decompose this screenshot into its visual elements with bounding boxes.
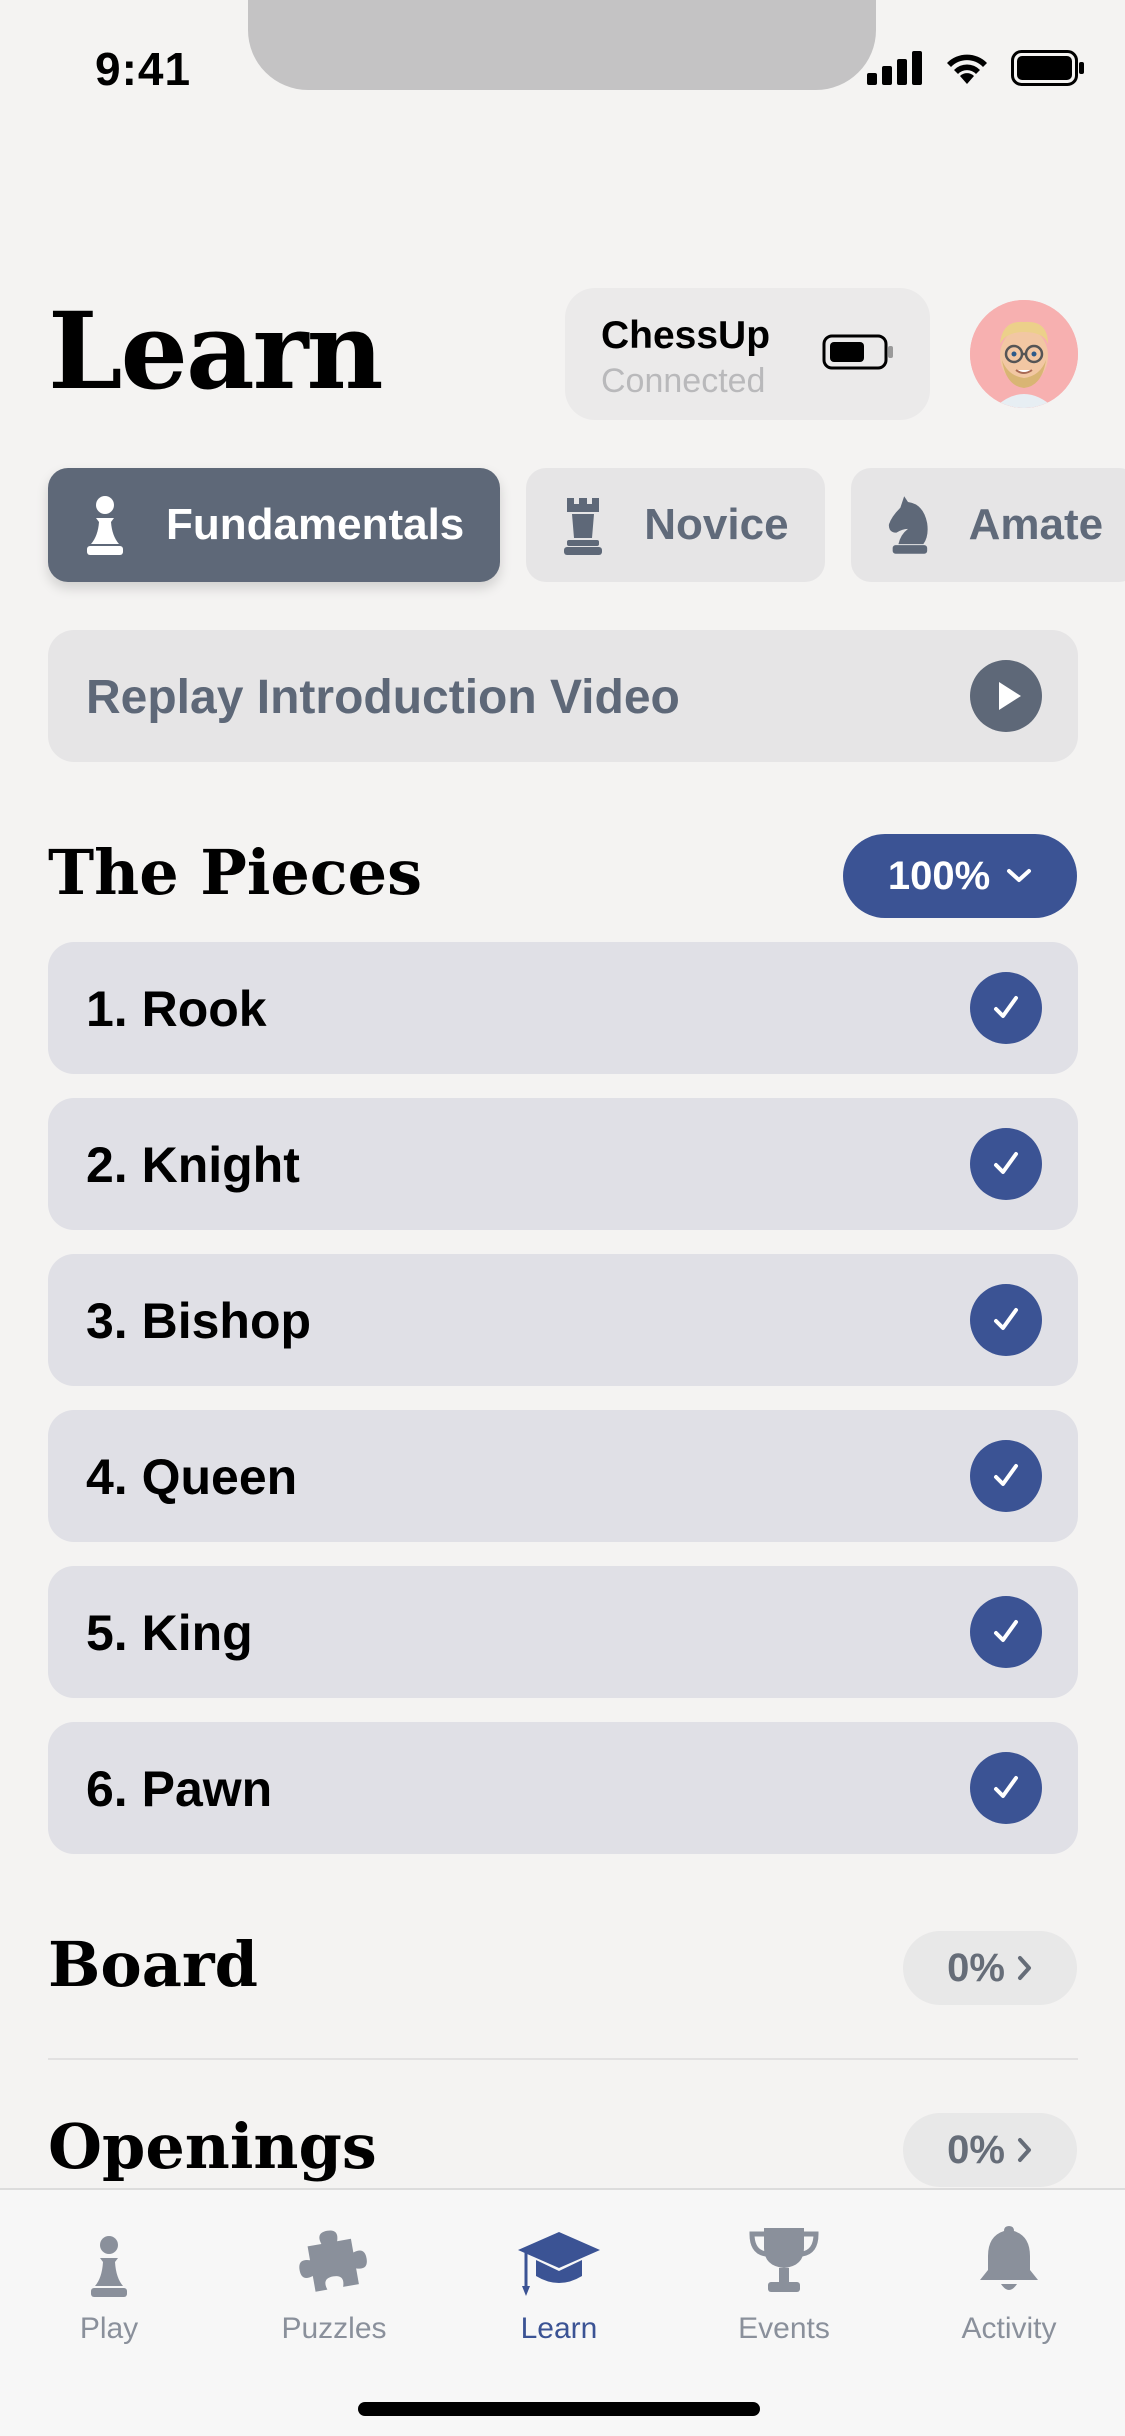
avatar[interactable] [970,300,1078,408]
tab-bar-activity[interactable]: Activity [909,2208,1109,2346]
tab-label: Amate [968,500,1104,549]
check-icon [970,972,1042,1044]
chevron-right-icon [1017,2138,1031,2162]
board-progress-button[interactable]: 0% [903,1931,1077,2005]
tab-bar-label: Events [738,2312,830,2345]
device-name: ChessUp [601,314,771,357]
lesson-knight[interactable]: 2. Knight [48,1098,1078,1230]
knight-icon [885,493,931,557]
pawn-icon [82,493,128,557]
section-divider [48,2058,1078,2060]
tab-bar-puzzles[interactable]: Puzzles [234,2208,434,2346]
tab-bar-label: Activity [961,2312,1057,2345]
tab-novice[interactable]: Novice [526,468,825,582]
replay-intro-video-button[interactable]: Replay Introduction Video [48,630,1078,762]
lesson-rook[interactable]: 1. Rook [48,942,1078,1074]
lesson-label: 6. Pawn [86,1761,273,1817]
pawn-icon [87,2208,131,2298]
pieces-progress-value: 100% [887,853,991,898]
check-icon [970,1128,1042,1200]
tab-bar-label: Learn [520,2312,598,2345]
check-icon [970,1284,1042,1356]
cellular-signal-icon [867,51,922,85]
wifi-icon [947,54,987,84]
lesson-label: 1. Rook [86,981,267,1037]
pieces-progress-dropdown[interactable]: 100% [843,834,1077,918]
device-battery-icon [822,334,893,370]
bell-icon [974,2208,1044,2298]
lesson-label: 3. Bishop [86,1293,312,1349]
replay-intro-label: Replay Introduction Video [86,671,680,724]
trophy-icon [746,2208,822,2298]
bottom-tab-bar: Play Puzzles Learn Events Activity [0,2188,1125,2436]
battery-icon [1011,50,1084,86]
memoji-avatar-icon [970,300,1078,408]
check-icon [970,1596,1042,1668]
level-tabs: Fundamentals Novice Amate [48,468,1125,582]
status-bar: 9:41 [0,0,1125,130]
openings-progress-value: 0% [947,2127,1005,2172]
tab-bar-label: Play [79,2312,139,2345]
lesson-bishop[interactable]: 3. Bishop [48,1254,1078,1386]
lesson-king[interactable]: 5. King [48,1566,1078,1698]
lesson-label: 5. King [86,1605,253,1661]
lesson-queen[interactable]: 4. Queen [48,1410,1078,1542]
play-icon [970,660,1042,732]
device-notch [248,0,876,90]
home-indicator[interactable] [358,2402,760,2416]
tab-label: Fundamentals [166,500,465,549]
section-title-pieces: The Pieces [48,836,422,909]
rook-icon [560,493,606,557]
lesson-label: 2. Knight [86,1137,300,1193]
tab-bar-label: Puzzles [281,2312,387,2345]
check-icon [970,1752,1042,1824]
tab-bar-events[interactable]: Events [684,2208,884,2346]
puzzle-icon [294,2208,374,2298]
status-time: 9:41 [95,43,192,95]
tab-fundamentals[interactable]: Fundamentals [48,468,501,582]
tab-bar-learn[interactable]: Learn [459,2208,659,2346]
check-icon [970,1440,1042,1512]
tab-label: Novice [644,500,789,549]
page-title: Learn [48,288,384,413]
section-title-board: Board [48,1928,258,2001]
tab-bar-play[interactable]: Play [9,2208,209,2346]
graduation-cap-icon [516,2208,602,2298]
chessup-device-card[interactable]: ChessUp Connected [565,288,930,420]
device-connection-status: Connected [601,362,766,400]
chevron-right-icon [1017,1956,1031,1980]
status-icons [867,50,1085,86]
openings-progress-button[interactable]: 0% [903,2113,1077,2187]
section-title-openings: Openings [48,2110,377,2183]
chevron-down-icon [1007,869,1032,882]
lesson-pawn[interactable]: 6. Pawn [48,1722,1078,1854]
lesson-label: 4. Queen [86,1449,298,1505]
board-progress-value: 0% [947,1945,1005,1990]
tab-amateur[interactable]: Amate [850,468,1125,582]
